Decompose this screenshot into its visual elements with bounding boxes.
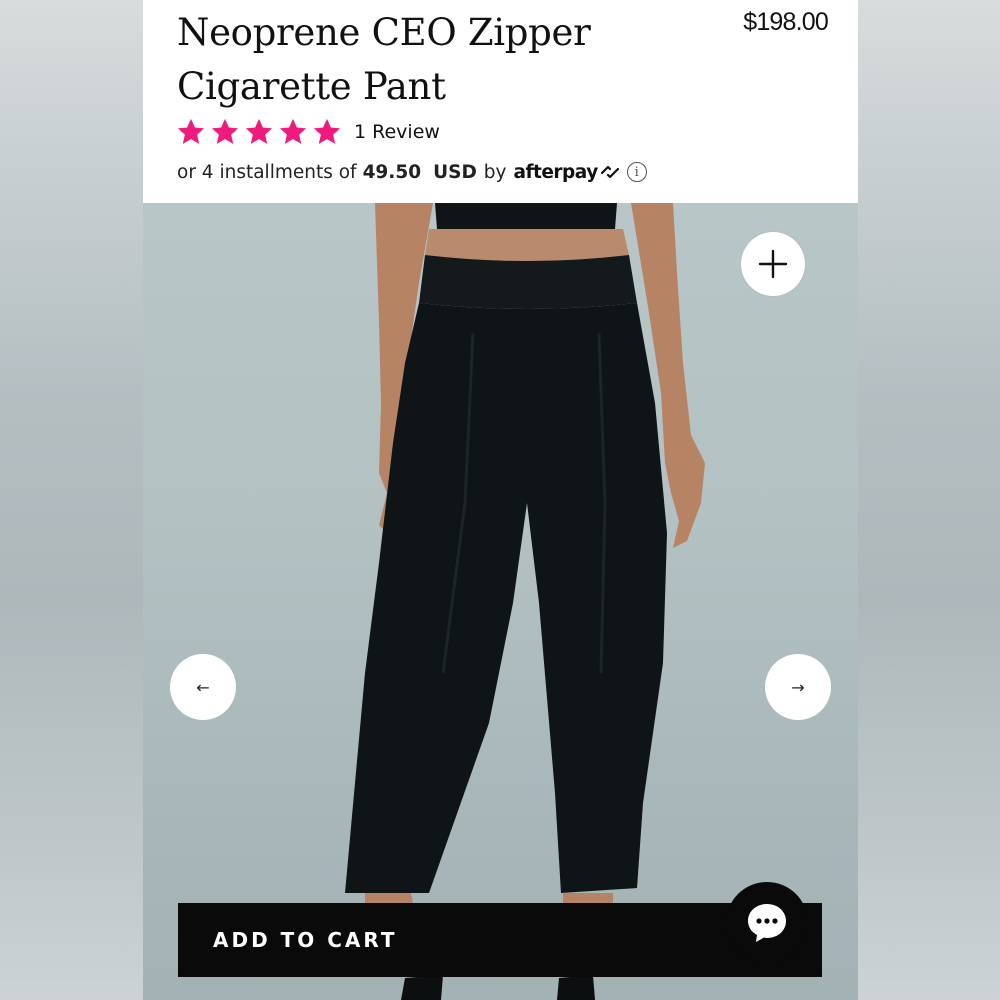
chat-button[interactable] — [726, 882, 808, 964]
installment-amount: 49.50 — [362, 161, 422, 183]
chat-bubble-icon — [748, 904, 786, 942]
review-count-link[interactable]: 1 Review — [354, 121, 440, 143]
product-title: Neoprene CEO Zipper Cigarette Pant — [177, 11, 591, 108]
star-icon — [245, 118, 273, 144]
star-icon — [177, 118, 205, 144]
plus-icon — [758, 249, 788, 279]
product-page: Neoprene CEO Zipper Cigarette Pant $198.… — [143, 0, 858, 1000]
product-header: Neoprene CEO Zipper Cigarette Pant $198.… — [143, 0, 858, 203]
product-image[interactable]: ← → ADD TO CART — [143, 203, 858, 1000]
afterpay-by: by — [483, 161, 507, 183]
star-icon — [313, 118, 341, 144]
right-blurred-backdrop — [858, 0, 1000, 1000]
afterpay-brand-text: afterpay — [513, 161, 599, 183]
arrow-right-icon: → — [791, 677, 805, 697]
left-blurred-backdrop — [0, 0, 143, 1000]
rating-row: 1 Review — [176, 115, 440, 149]
arrow-left-icon: ← — [196, 677, 210, 697]
product-price: $198.00 — [743, 8, 829, 36]
zoom-button[interactable] — [741, 232, 805, 296]
afterpay-installments: or 4 installments of 49.50 USD by afterp… — [177, 157, 647, 187]
add-to-cart-button[interactable]: ADD TO CART — [178, 903, 822, 977]
afterpay-prefix: or 4 installments of — [177, 161, 357, 183]
afterpay-arrows-icon — [600, 165, 619, 179]
info-icon[interactable]: i — [626, 162, 647, 182]
star-icon — [279, 118, 307, 144]
afterpay-logo: afterpay — [514, 162, 621, 183]
next-image-button[interactable]: → — [765, 654, 831, 720]
star-rating[interactable] — [176, 117, 346, 147]
installment-currency: USD — [433, 161, 477, 183]
previous-image-button[interactable]: ← — [170, 654, 236, 720]
model-wearing-pants-image — [345, 203, 705, 1000]
star-icon — [211, 118, 239, 144]
